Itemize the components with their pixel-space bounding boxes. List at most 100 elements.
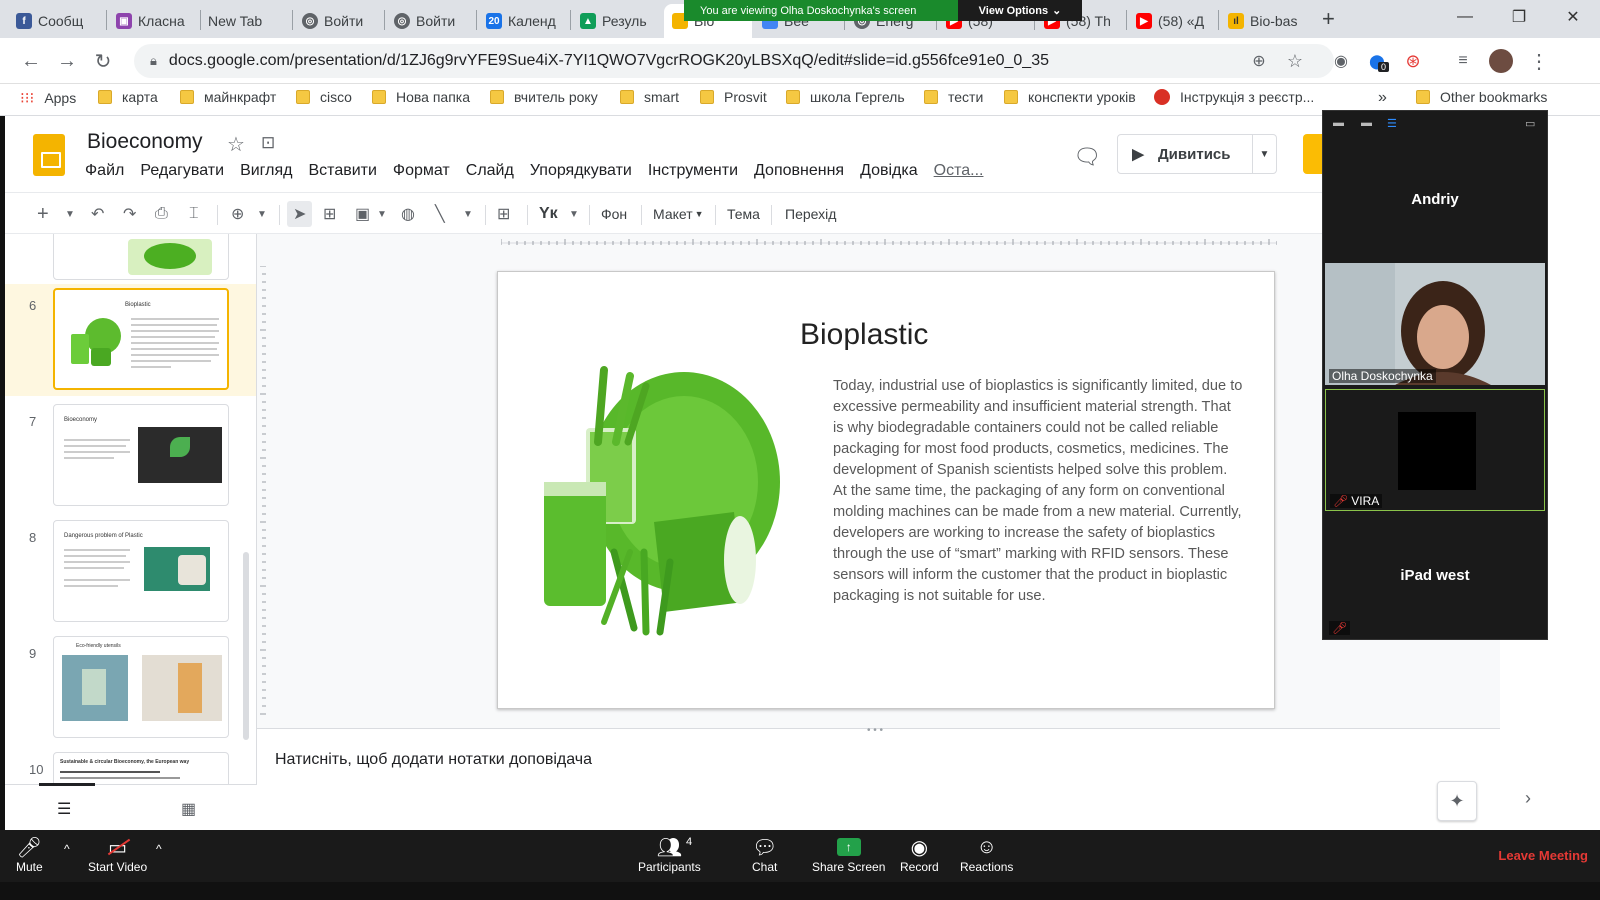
document-title[interactable]: Bioeconomy xyxy=(87,130,203,154)
restore-icon[interactable]: ❐ xyxy=(1492,0,1546,34)
participant-tile-video[interactable]: Olha Doskochynka xyxy=(1325,263,1545,385)
move-folder-icon[interactable]: ⊡ xyxy=(261,133,275,153)
gallery-view-icon[interactable]: ☰ xyxy=(1387,117,1397,130)
browser-tab[interactable]: ▣ Класна xyxy=(108,4,200,38)
chevron-up-icon[interactable]: ^ xyxy=(156,842,162,856)
bookmark-folder[interactable]: карта xyxy=(98,89,158,105)
menu-arrange[interactable]: Упорядкувати xyxy=(530,162,632,180)
chevron-right-icon[interactable]: › xyxy=(1525,788,1531,809)
chevron-down-icon[interactable]: ▼ xyxy=(1252,135,1276,173)
insert-comment-icon[interactable]: ⊞ xyxy=(497,201,510,227)
forward-icon[interactable]: → xyxy=(52,46,82,76)
leave-meeting-button[interactable]: Leave Meeting xyxy=(1498,848,1588,863)
last-edit-link[interactable]: Оста... xyxy=(934,162,984,180)
start-video-button[interactable]: ▭ Start Video xyxy=(88,834,147,875)
undo-icon[interactable]: ↶ xyxy=(91,201,104,227)
comment-icon[interactable]: 🗨︎ xyxy=(1073,144,1101,170)
extension-icon[interactable]: ⊛ xyxy=(1398,46,1428,76)
filmstrip-scrollbar[interactable] xyxy=(243,552,249,740)
menu-file[interactable]: Файл xyxy=(85,162,124,180)
select-icon[interactable]: ➤ xyxy=(287,201,313,227)
browser-tab[interactable]: ◎ Войти xyxy=(386,4,476,38)
slide-thumbnail[interactable]: 9 Eco-friendly utensils xyxy=(5,632,256,744)
reactions-button[interactable]: ☺ Reactions xyxy=(960,834,1013,875)
menu-icon[interactable]: ⋮ xyxy=(1524,46,1554,76)
new-tab-button[interactable]: + xyxy=(1322,6,1335,32)
browser-tab[interactable]: New Tab xyxy=(200,4,292,38)
bookmarks-overflow-button[interactable]: » xyxy=(1378,89,1387,107)
grid-view-icon[interactable]: ▦ xyxy=(181,799,196,819)
participant-tile[interactable]: iPad west 🎤︎ xyxy=(1325,515,1545,637)
bookmark-folder[interactable]: тести xyxy=(924,89,983,105)
bookmark-folder[interactable]: вчитель року xyxy=(490,89,598,105)
star-icon[interactable]: ☆ xyxy=(1280,46,1310,76)
new-slide-icon[interactable]: + xyxy=(37,201,49,227)
bookmark-apps[interactable]: ⁝⁝⁝ Apps xyxy=(20,89,76,107)
chevron-down-icon[interactable]: ▼ xyxy=(463,201,473,227)
mute-button[interactable]: 🎤︎ Mute xyxy=(16,834,43,875)
line-icon[interactable]: ╲ xyxy=(435,201,445,227)
participant-tile-video[interactable]: 🎤︎ VIRA xyxy=(1325,389,1545,511)
fullscreen-icon[interactable]: ▭ xyxy=(1525,117,1535,130)
background-button[interactable]: Фон xyxy=(601,201,627,227)
chat-button[interactable]: 💬︎ Chat xyxy=(752,834,777,875)
menu-addons[interactable]: Доповнення xyxy=(754,162,844,180)
menu-edit[interactable]: Редагувати xyxy=(140,162,224,180)
slide-thumbnail-selected[interactable]: 6 Bioplastic xyxy=(5,284,256,396)
present-button[interactable]: ▶ Дивитись ▼ xyxy=(1117,134,1277,174)
layout-button[interactable]: Макет ▼ xyxy=(653,201,704,227)
list-view-icon[interactable]: ☰ xyxy=(57,799,71,819)
url-input[interactable]: 🔒︎ docs.google.com/presentation/d/1ZJ6g9… xyxy=(134,44,1334,78)
slide-thumbnail[interactable]: 8 Dangerous problem of Plastic xyxy=(5,516,256,628)
explore-icon[interactable]: ✦ xyxy=(1437,781,1477,821)
browser-tab[interactable]: ▲ Резуль xyxy=(572,4,662,38)
bookmark-folder[interactable]: Нова папка xyxy=(372,89,470,105)
minimize-icon[interactable]: — xyxy=(1438,0,1492,34)
menu-help[interactable]: Довідка xyxy=(860,162,918,180)
browser-tab[interactable]: ◎ Войти xyxy=(294,4,384,38)
chevron-up-icon[interactable]: ^ xyxy=(64,842,70,856)
close-icon[interactable]: ✕ xyxy=(1546,0,1600,34)
share-screen-button[interactable]: ↑ Share Screen xyxy=(812,834,885,874)
zoom-icon[interactable]: ⊕ xyxy=(231,201,244,227)
menu-view[interactable]: Вигляд xyxy=(240,162,292,180)
translate-icon[interactable]: ⊕ xyxy=(1244,46,1274,76)
slides-logo-icon[interactable] xyxy=(33,134,65,176)
current-slide[interactable]: Bioplastic Today, industrial use of biop… xyxy=(497,271,1275,709)
media-icon[interactable]: ≡ xyxy=(1448,46,1478,76)
bookmark-folder[interactable]: майнкрафт xyxy=(180,89,276,105)
chevron-down-icon[interactable]: ▼ xyxy=(569,201,579,227)
menu-slide[interactable]: Слайд xyxy=(466,162,514,180)
transition-button[interactable]: Перехід xyxy=(785,201,836,227)
slide-body-text[interactable]: Today, industrial use of bioplastics is … xyxy=(833,376,1243,607)
bookmark-folder[interactable]: конспекти уроків xyxy=(1004,89,1136,105)
bookmark-folder[interactable]: школа Гергель xyxy=(786,89,905,105)
resize-handle[interactable]: • • • xyxy=(867,725,883,736)
thumbnail-view-icon[interactable]: ▬ xyxy=(1361,117,1372,129)
minimize-icon[interactable]: ▬ xyxy=(1333,117,1344,129)
bookmark-folder[interactable]: smart xyxy=(620,89,679,105)
back-icon[interactable]: ← xyxy=(16,46,46,76)
print-icon[interactable]: ⎙ xyxy=(155,201,168,227)
extension-icon[interactable]: ◉ xyxy=(1326,46,1356,76)
other-bookmarks[interactable]: Other bookmarks xyxy=(1416,89,1547,105)
bookmark-link[interactable]: Інструкція з реєстр... xyxy=(1154,89,1314,105)
slide-title[interactable]: Bioplastic xyxy=(800,318,928,352)
chevron-down-icon[interactable]: ▼ xyxy=(65,201,75,227)
speaker-notes-input[interactable]: Натисніть, щоб додати нотатки доповідача xyxy=(275,751,592,769)
record-button[interactable]: ◉ Record xyxy=(900,834,939,875)
chevron-down-icon[interactable]: ▼ xyxy=(377,201,387,227)
redo-icon[interactable]: ↷ xyxy=(123,201,136,227)
reload-icon[interactable]: ↻ xyxy=(88,46,118,76)
view-options-button[interactable]: View Options ⌄ xyxy=(958,0,1082,21)
shape-icon[interactable]: ◍ xyxy=(401,201,415,227)
profile-avatar[interactable] xyxy=(1486,46,1516,76)
menu-format[interactable]: Формат xyxy=(393,162,450,180)
participant-tile[interactable]: Andriy xyxy=(1325,137,1545,259)
input-tools-icon[interactable]: Yк xyxy=(539,201,558,227)
image-icon[interactable]: ▣ xyxy=(355,201,370,227)
menu-tools[interactable]: Інструменти xyxy=(648,162,738,180)
menu-insert[interactable]: Вставити xyxy=(309,162,377,180)
browser-tab[interactable]: f Сообщ xyxy=(8,4,104,38)
bookmark-folder[interactable]: cisco xyxy=(296,89,352,105)
